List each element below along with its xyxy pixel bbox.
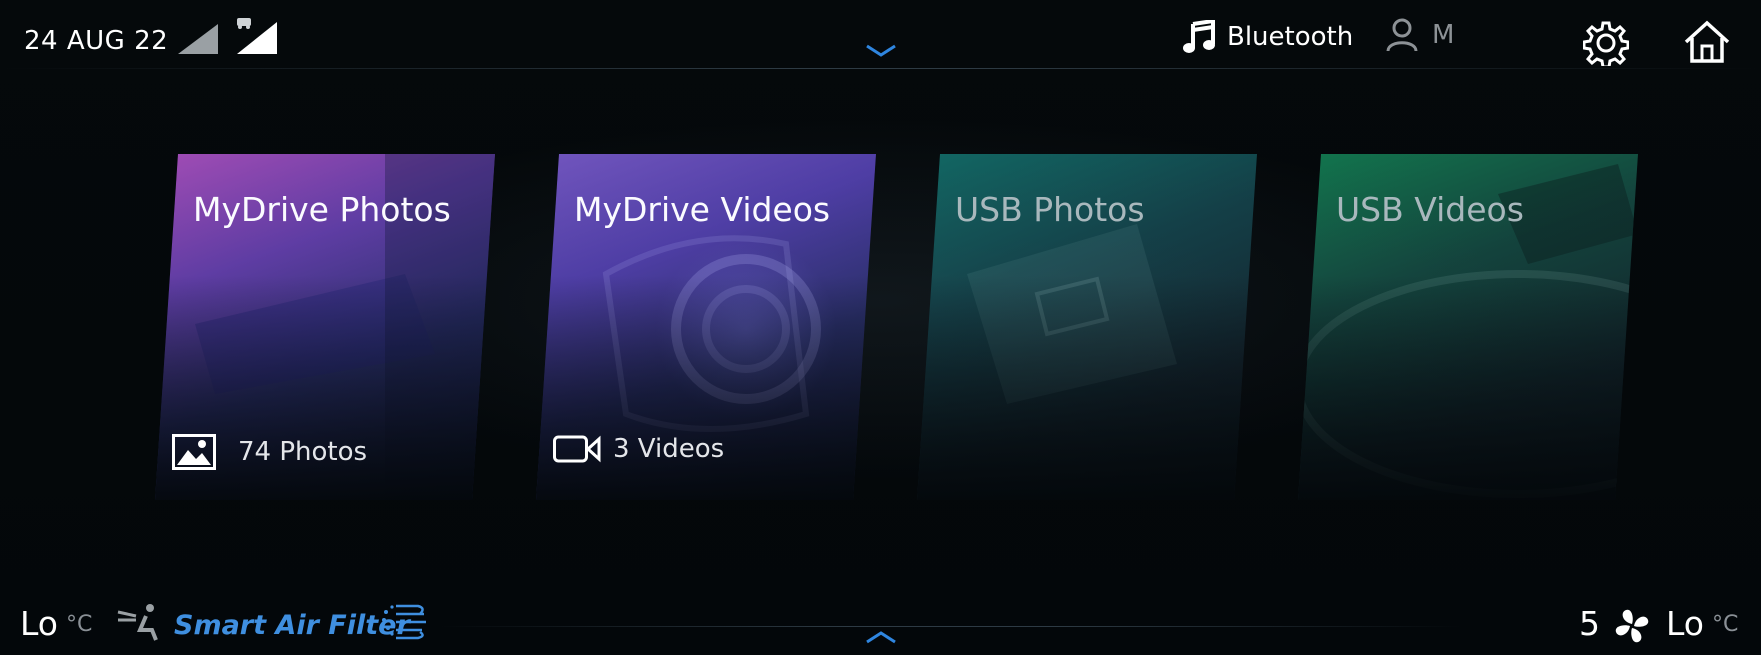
home-icon[interactable] <box>1683 20 1731 64</box>
right-temp-value: Lo <box>1666 604 1704 643</box>
status-bar: 24 AUG 22 Bluetooth M <box>0 0 1761 70</box>
signal-icon <box>178 24 218 54</box>
tile-meta: 74 Photos <box>172 434 367 470</box>
smart-air-filter-label[interactable]: Smart Air Filter <box>174 610 410 641</box>
audio-source-label: Bluetooth <box>1227 22 1354 52</box>
chevron-up-icon[interactable] <box>865 630 897 644</box>
video-count: 3 Videos <box>613 434 725 464</box>
right-temp-unit: °C <box>1712 612 1739 637</box>
tile-mydrive-photos[interactable]: MyDrive Photos 74 Photos <box>155 154 495 500</box>
bottom-divider <box>440 626 1461 627</box>
chevron-down-icon[interactable] <box>865 44 897 58</box>
right-temperature[interactable]: Lo °C <box>1666 604 1738 643</box>
date-label: 24 AUG 22 <box>24 26 169 56</box>
air-filter-icon[interactable] <box>380 602 430 642</box>
audio-source-button[interactable]: Bluetooth <box>1183 20 1353 54</box>
tile-title: MyDrive Photos <box>193 190 451 229</box>
tile-title: MyDrive Videos <box>574 190 831 229</box>
fan-speed-value[interactable]: 5 <box>1579 604 1600 643</box>
tile-title: USB Photos <box>955 190 1145 229</box>
music-note-icon <box>1183 20 1215 53</box>
seat-icon[interactable] <box>116 602 164 642</box>
video-camera-icon <box>553 435 601 463</box>
profile-button[interactable]: M <box>1386 18 1454 52</box>
image-icon <box>172 434 216 470</box>
top-divider <box>0 68 1761 69</box>
tile-usb-photos[interactable]: USB Photos <box>917 154 1257 500</box>
fan-icon[interactable] <box>1614 608 1650 644</box>
left-temperature[interactable]: Lo °C <box>20 604 92 643</box>
climate-bar: Lo °C Smart Air Filter 5 Lo °C <box>0 590 1761 655</box>
gear-icon[interactable] <box>1583 20 1629 66</box>
left-temp-unit: °C <box>66 612 93 637</box>
tile-title: USB Videos <box>1336 190 1524 229</box>
user-icon <box>1386 18 1418 52</box>
tile-usb-videos[interactable]: USB Videos <box>1298 154 1638 500</box>
profile-initial: M <box>1432 20 1455 50</box>
left-temp-value: Lo <box>20 604 58 643</box>
tile-mydrive-videos[interactable]: MyDrive Videos 3 Videos <box>536 154 876 500</box>
photo-count: 74 Photos <box>238 437 368 467</box>
car-signal-icon <box>237 18 277 54</box>
tile-meta: 3 Videos <box>553 434 724 464</box>
